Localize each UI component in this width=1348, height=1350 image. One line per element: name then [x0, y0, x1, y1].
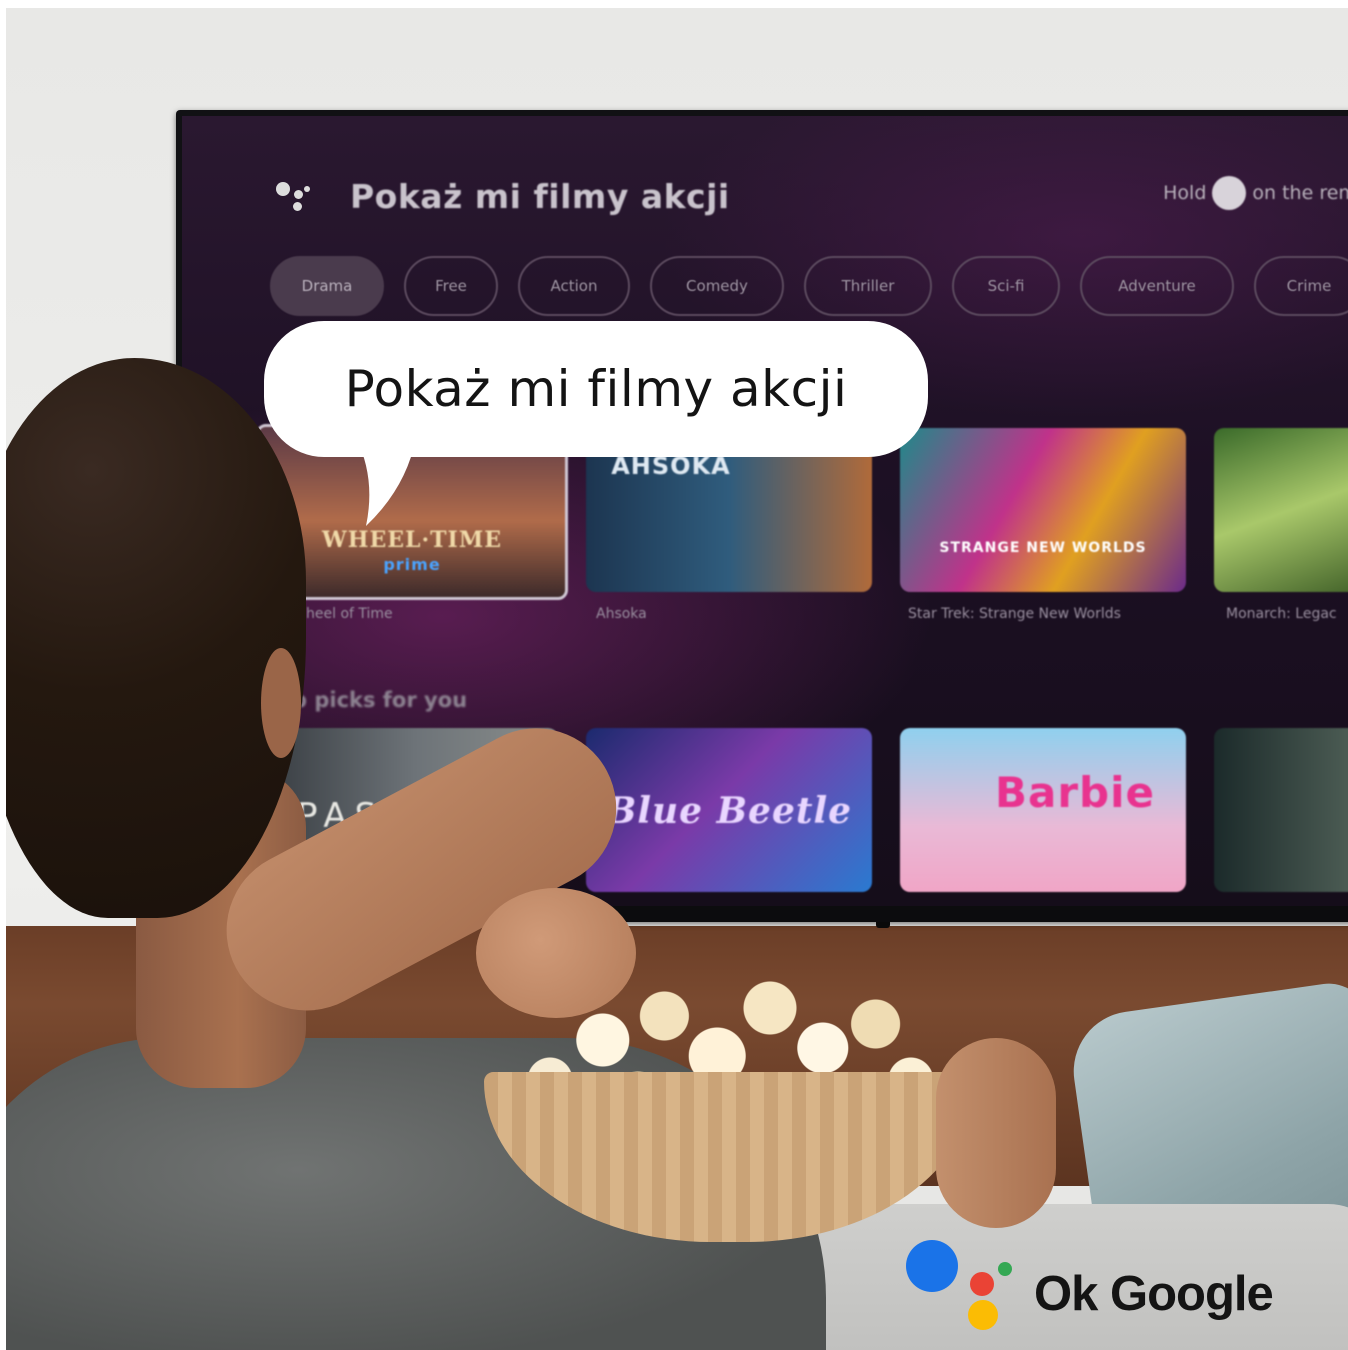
card-drama-poster[interactable] [1214, 728, 1348, 892]
card-title: Ahsoka [596, 606, 647, 622]
genre-chips: Drama Free Action Comedy Thriller Sci-fi… [270, 256, 1348, 316]
voice-query-text: Pokaż mi filmy akcji [350, 176, 730, 216]
ok-google-label: Ok Google [1034, 1267, 1274, 1321]
chip-comedy[interactable]: Comedy [650, 256, 784, 316]
google-assistant-logo-icon [906, 1240, 958, 1292]
assistant-dot-yellow [968, 1300, 998, 1330]
speech-bubble: Pokaż mi filmy akcji [264, 321, 928, 457]
card-title: Star Trek: Strange New Worlds [908, 606, 1121, 622]
card-art-text: Blue Beetle [605, 790, 853, 832]
assistant-bar: Pokaż mi filmy akcji [276, 176, 730, 216]
chip-drama[interactable]: Drama [270, 256, 384, 316]
card-art-text: STRANGE NEW WORLDS [939, 540, 1147, 556]
chip-free[interactable]: Free [404, 256, 498, 316]
assistant-button-icon [1212, 176, 1247, 210]
row-title: p picks for you [292, 688, 468, 712]
card-monarch[interactable] [1214, 428, 1348, 592]
person-head [6, 358, 306, 918]
chip-adventure[interactable]: Adventure [1080, 256, 1234, 316]
person-hand [476, 888, 636, 1018]
chip-thriller[interactable]: Thriller [804, 256, 932, 316]
photo-frame: Pokaż mi filmy akcji Hold on the remot D… [6, 8, 1348, 1350]
chip-action[interactable]: Action [518, 256, 630, 316]
assistant-dot-green [998, 1262, 1012, 1276]
chip-crime[interactable]: Crime [1254, 256, 1348, 316]
television: Pokaż mi filmy akcji Hold on the remot D… [176, 110, 1348, 928]
card-art-text: Barbie [994, 768, 1155, 817]
ok-google-badge: Ok Google [906, 1240, 1306, 1340]
person-hand [936, 1038, 1056, 1228]
chip-scifi[interactable]: Sci-fi [952, 256, 1060, 316]
remote-hint: Hold on the remot [1163, 176, 1348, 210]
assistant-dot-red [970, 1272, 994, 1296]
card-star-trek[interactable]: STRANGE NEW WORLDS [900, 428, 1186, 592]
card-art-text: WHEEL·TIME [322, 527, 502, 553]
person-ear [261, 648, 301, 758]
card-title: Monarch: Legac [1226, 606, 1337, 622]
google-assistant-icon [276, 176, 312, 216]
tv-sensor [876, 922, 890, 928]
card-blue-beetle[interactable]: Blue Beetle [586, 728, 872, 892]
hint-suffix: on the remot [1252, 182, 1348, 204]
card-barbie[interactable]: Barbie [900, 728, 1186, 892]
speech-bubble-text: Pokaż mi filmy akcji [344, 360, 848, 418]
hint-prefix: Hold [1163, 182, 1207, 204]
card-title: heel of Time [306, 606, 393, 622]
